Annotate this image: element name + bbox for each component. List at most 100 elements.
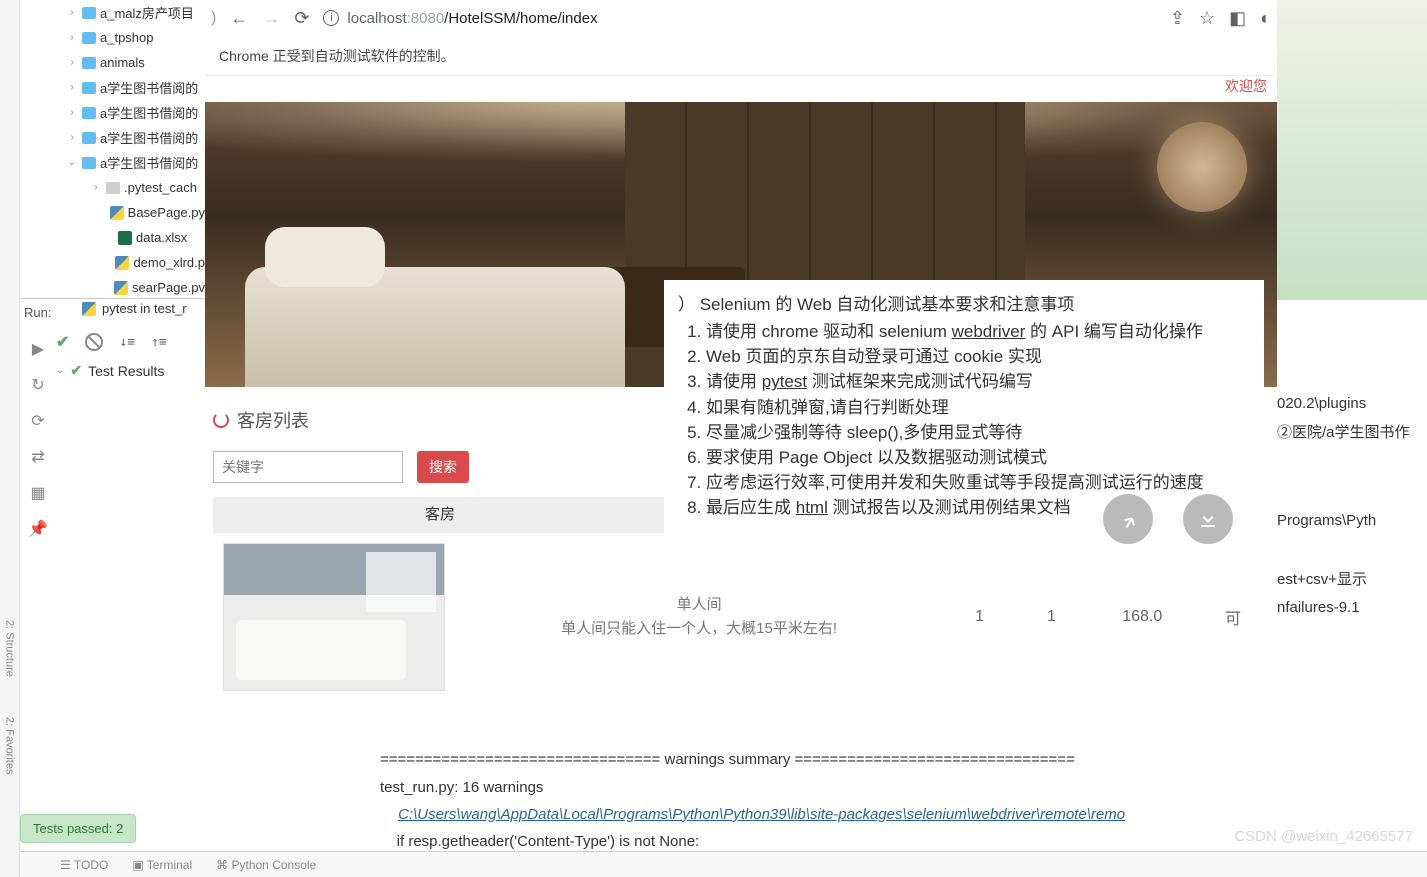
tree-item[interactable]: ›a_malz房产项目 (20, 0, 205, 25)
terminal-tab[interactable]: ▣ Terminal (132, 858, 192, 872)
layout-button[interactable]: ▦ (29, 484, 47, 502)
run-button[interactable]: ▶ (29, 340, 47, 358)
table-row[interactable]: 单人间 单人间只能入住一个人，大概15平米左右! 1 1 168.0 可 (213, 543, 1269, 691)
tree-item[interactable]: ›a学生图书借阅的 (20, 100, 205, 125)
tree-item[interactable]: ⌄a学生图书借阅的 (20, 150, 205, 175)
python-icon (82, 302, 96, 316)
list-item: 尽量减少强制等待 sleep(),多使用显式等待 (706, 420, 1250, 445)
chevron-icon: › (66, 132, 78, 143)
rerun-failed-button[interactable]: ⟳ (29, 412, 47, 430)
sort-up-icon[interactable]: ↑≡ (151, 335, 167, 350)
share-button[interactable] (1103, 494, 1153, 544)
room-col-1: 1 (944, 608, 1016, 626)
folder-icon (82, 32, 96, 44)
right-bg-strip (1277, 0, 1427, 300)
tree-item[interactable]: data.xlsx (20, 225, 205, 250)
tree-item-label: BasePage.py (128, 205, 205, 220)
run-toolbar: ▶ ↻ ⟳ ⇄ ▦ 📌 (20, 328, 56, 538)
folder-icon (82, 157, 96, 169)
tree-item-label: demo_xlrd.p (133, 255, 205, 270)
test-results-label: Test Results (88, 363, 164, 379)
tree-item-label: a_malz房产项目 (100, 3, 194, 22)
python-console-tab[interactable]: ⌘ Python Console (216, 858, 316, 872)
profile-icon[interactable]: ◐ (1260, 8, 1271, 29)
rerun-button[interactable]: ↻ (29, 376, 47, 394)
tree-item[interactable]: › .pytest_cach (20, 175, 205, 200)
folder-icon (82, 57, 96, 69)
folder-icon (82, 107, 96, 119)
overlay-title: ） Selenium 的 Web 自动化测试基本要求和注意事项 (678, 292, 1250, 317)
tree-item[interactable]: › a学生图书借阅的 (20, 75, 205, 100)
tests-passed-badge[interactable]: Tests passed: 2 (20, 814, 136, 843)
download-button[interactable] (1183, 494, 1233, 544)
project-tree[interactable]: ›a_malz房产项目›a_tpshop›animals›a学生图书借阅的›a学… (20, 0, 205, 300)
run-config-name: pytest in test_r (102, 301, 187, 316)
back-button[interactable]: ← (230, 8, 248, 29)
tree-item[interactable]: searPage.pv (20, 275, 205, 300)
room-status: 可 (1197, 605, 1269, 629)
ignored-filter-icon[interactable] (85, 333, 103, 351)
favorites-tab[interactable]: 2: Favorites (4, 717, 16, 774)
chevron-icon: › (66, 107, 78, 118)
folder-icon (82, 82, 96, 94)
tree-item-label: a学生图书借阅的 (100, 128, 198, 147)
search-button[interactable]: 搜索 (417, 451, 469, 483)
tree-item[interactable]: › a学生图书借阅的 (20, 125, 205, 150)
test-results-tree[interactable]: ⌄ ✔ Test Results (56, 362, 164, 379)
paren-icon: ) (211, 9, 216, 27)
url-field[interactable]: i localhost:8080/HotelSSM/home/index (323, 10, 1155, 27)
bookmark-icon[interactable]: ☆ (1199, 8, 1215, 29)
list-item: 请使用 pytest 测试框架来完成测试代码编写 (706, 369, 1250, 394)
passed-filter-icon[interactable]: ✔ (56, 332, 69, 352)
forward-button[interactable]: → (262, 8, 280, 29)
share-icon[interactable]: ⇪ (1170, 8, 1185, 29)
room-description: 单人间 单人间只能入住一个人，大概15平米左右! (455, 593, 944, 641)
tree-item[interactable]: BasePage.py (20, 200, 205, 225)
loading-icon (213, 412, 229, 428)
ide-left-strip: 2: Structure 2: Favorites (0, 0, 20, 877)
tree-item-label: animals (100, 55, 145, 70)
keyword-input[interactable] (213, 451, 403, 483)
chevron-icon: › (66, 82, 78, 93)
pin-button[interactable]: 📌 (29, 520, 47, 538)
tree-item-label: .pytest_cach (124, 180, 197, 195)
console-link[interactable]: C:\Users\wang\AppData\Local\Programs\Pyt… (398, 806, 1125, 823)
room-price: 168.0 (1087, 608, 1197, 626)
room-col-2: 1 (1015, 608, 1087, 626)
address-bar: ) ← → ⟳ i localhost:8080/HotelSSM/home/i… (205, 0, 1277, 36)
structure-tab[interactable]: 2: Structure (4, 620, 16, 677)
panel-icon[interactable]: ◧ (1229, 8, 1246, 29)
room-thumbnail (223, 543, 445, 691)
site-info-icon[interactable]: i (323, 10, 339, 26)
tree-item-label: a_tpshop (100, 30, 154, 45)
right-console-fragment: 020.2\plugins ②医院/a学生图书作 Programs\Pyth e… (1277, 390, 1427, 623)
todo-tab[interactable]: ☰ TODO (60, 858, 108, 872)
sort-down-icon[interactable]: ↓≡ (119, 335, 135, 350)
check-icon: ✔ (70, 362, 82, 379)
folder-icon (106, 182, 120, 194)
list-item: 最后应生成 html 测试报告以及测试用例结果文档 (706, 495, 1250, 520)
automation-banner: Chrome 正受到自动测试软件的控制。 (205, 36, 1277, 76)
url-host: localhost (347, 10, 406, 27)
list-item: Web 页面的京东自动登录可通过 cookie 实现 (706, 344, 1250, 369)
toggle-button[interactable]: ⇄ (29, 448, 47, 466)
tree-item[interactable]: demo_xlrd.p (20, 250, 205, 275)
list-item: 请使用 chrome 驱动和 selenium webdriver 的 API … (706, 319, 1250, 344)
overlay-list: 请使用 chrome 驱动和 selenium webdriver 的 API … (678, 319, 1250, 520)
tree-item-label: a学生图书借阅的 (100, 78, 198, 97)
python-file-icon (115, 256, 129, 270)
bottom-toolbar: ☰ TODO ▣ Terminal ⌘ Python Console (20, 851, 1427, 877)
chevron-icon: › (90, 182, 102, 193)
chevron-icon: › (66, 32, 78, 43)
test-toolbar: ✔ ↓≡ ↑≡ (56, 332, 167, 352)
chevron-down-icon: ⌄ (56, 365, 64, 376)
rooms-column-header: 客房 (213, 497, 667, 533)
folder-icon (82, 132, 96, 144)
tree-item[interactable]: ›animals (20, 50, 205, 75)
run-label: Run: (24, 305, 51, 320)
instructions-overlay: ） Selenium 的 Web 自动化测试基本要求和注意事项 请使用 chro… (664, 280, 1264, 550)
run-config-tab[interactable]: pytest in test_r (78, 301, 187, 316)
tree-item[interactable]: › a_tpshop (20, 25, 205, 50)
reload-button[interactable]: ⟳ (294, 8, 309, 29)
excel-file-icon (118, 231, 132, 245)
